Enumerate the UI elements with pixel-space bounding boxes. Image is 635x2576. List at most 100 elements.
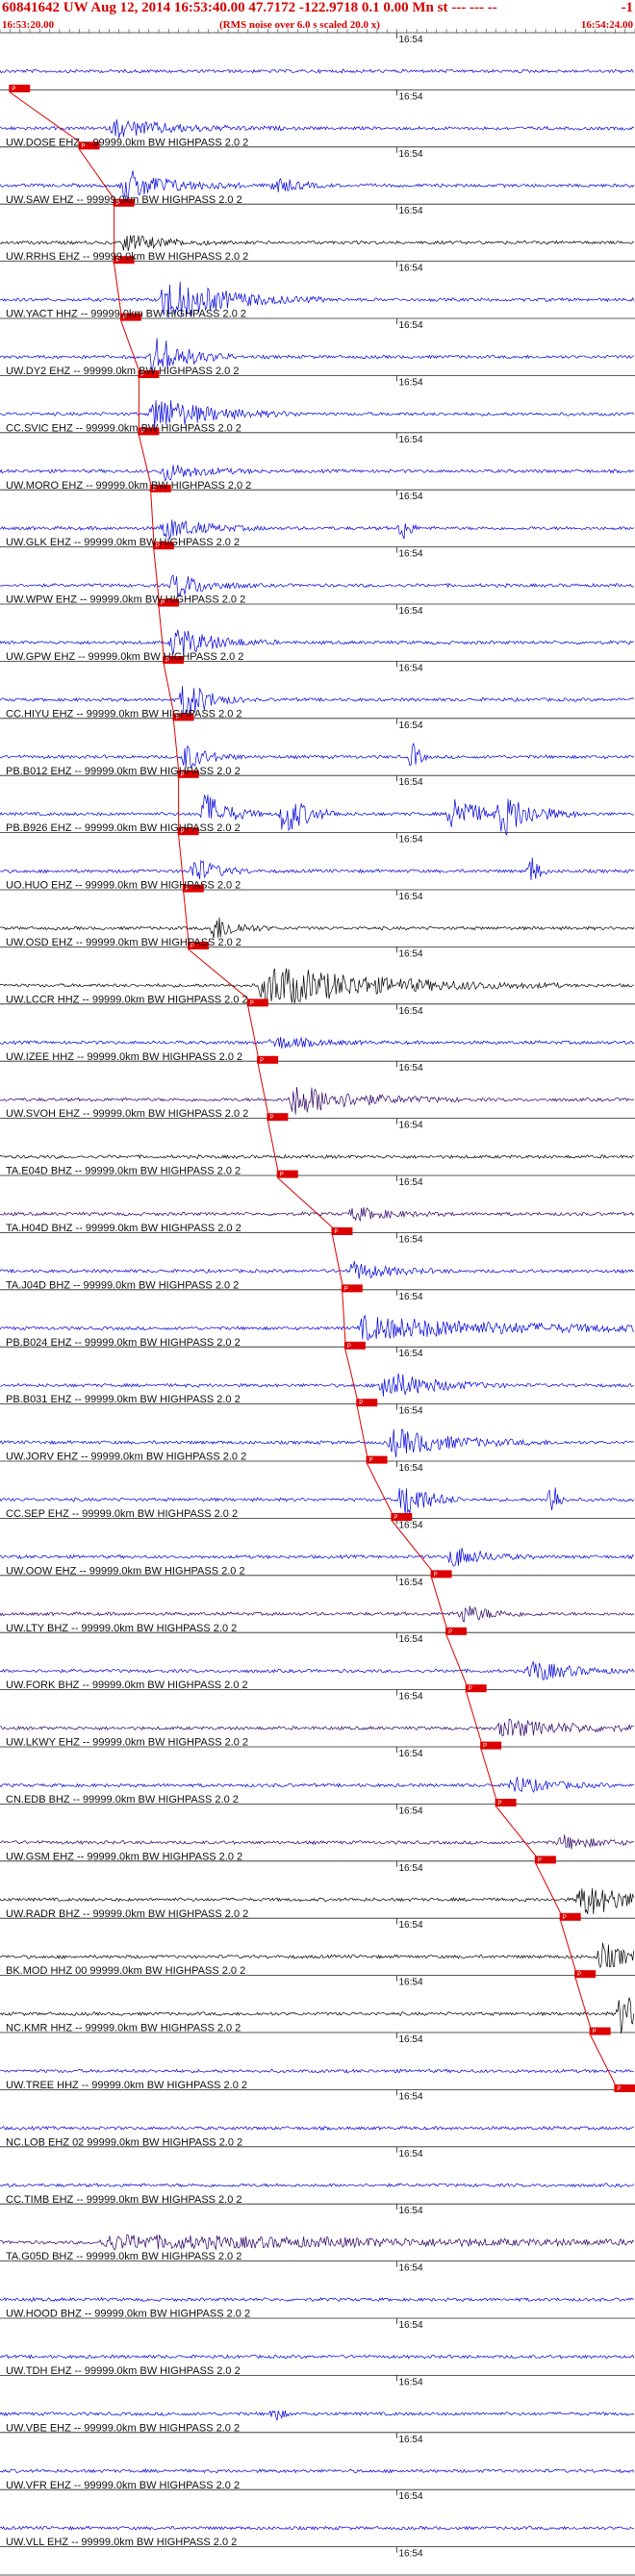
station-label: UW.DOSE EHZ -- 99999.0km BW HIGHPASS 2.0… (6, 137, 248, 148)
station-label: UW.WPW EHZ -- 99999.0km BW HIGHPASS 2.0 … (6, 594, 245, 606)
pick-marker-label: P (269, 1115, 273, 1121)
moveout-line (431, 1578, 447, 1628)
station-label: UW.SVOH EHZ -- 99999.0km BW HIGHPASS 2.0… (6, 1108, 248, 1120)
minute-label: 16:54 (399, 435, 423, 445)
station-label: UW.JORV EHZ -- 99999.0km BW HIGHPASS 2.0… (6, 1452, 246, 1463)
waveform-trace (0, 1777, 634, 1793)
moveout-line (277, 1177, 333, 1228)
minute-label: 16:54 (399, 149, 423, 160)
station-label: UO.HUO EHZ -- 99999.0km BW HIGHPASS 2.0 … (6, 880, 241, 892)
moveout-line (183, 892, 190, 943)
pick-marker-label: P (344, 1286, 348, 1292)
minute-label: 16:54 (399, 2377, 423, 2387)
minute-label: 16:54 (399, 1520, 423, 1530)
pick-marker-label: P (250, 1000, 254, 1006)
waveform-trace (0, 2410, 635, 2421)
station-label: UW.OSD EHZ -- 99999.0km BW HIGHPASS 2.0 … (6, 937, 241, 948)
minute-label: 16:54 (399, 2263, 423, 2274)
waveform-trace (0, 465, 635, 482)
pick-marker-label: P (538, 1857, 542, 1863)
station-label: NC.LOB EHZ 02 99999.0km BW HIGHPASS 2.0 … (6, 2136, 242, 2148)
station-label: PB.B031 EHZ -- 99999.0km BW HIGHPASS 2.0… (6, 1394, 241, 1405)
pick-marker-label: P (347, 1344, 351, 1350)
station-label: UW.LKWY EHZ -- 99999.0km BW HIGHPASS 2.0… (6, 1737, 248, 1749)
minute-label: 16:54 (399, 206, 423, 216)
waveform-trace (0, 1661, 635, 1680)
waveform-trace (0, 1373, 634, 1397)
minute-label: 16:54 (399, 777, 423, 788)
waveform-trace (0, 1207, 635, 1222)
station-label: UW.GLK EHZ -- 99999.0km BW HIGHPASS 2.0 … (6, 537, 240, 548)
waveform-trace (0, 1261, 634, 1279)
moveout-line (590, 2034, 616, 2085)
minute-label: 16:54 (399, 2549, 423, 2560)
seismogram-plot: PPPPPPPPPPPPPPPPPPPPPPPPPPPPPPPPPPPP16:5… (0, 29, 635, 2576)
waveform-trace (0, 68, 635, 74)
minute-label: 16:54 (399, 1063, 423, 1073)
station-label: UW.GPW EHZ -- 99999.0km BW HIGHPASS 2.0 … (6, 651, 243, 663)
pick-marker-label: P (593, 2030, 597, 2035)
station-label: UW.LTY BHZ -- 99999.0km BW HIGHPASS 2.0 … (6, 1623, 237, 1634)
minute-label: 16:54 (399, 264, 423, 274)
minute-label: 16:54 (399, 948, 423, 959)
station-label: UW.RRHS EHZ -- 99999.0km BW HIGHPASS 2.0… (6, 251, 248, 263)
minute-label: 16:54 (399, 1292, 423, 1302)
station-label: UW.FORK BHZ -- 99999.0km BW HIGHPASS 2.0… (6, 1679, 248, 1691)
minute-label: 16:54 (399, 320, 423, 331)
moveout-line (158, 606, 165, 657)
moveout-line (10, 91, 80, 142)
waveform-trace (0, 1036, 635, 1049)
moveout-line (120, 320, 140, 371)
label-layer: 16:54 16:54 UW.DOSE EHZ -- 99999.0km BW HI… (6, 35, 423, 2560)
waveform-trace (0, 2183, 635, 2188)
station-label: UW.VFR EHZ -- 99999.0km BW HIGHPASS 2.0 … (6, 2480, 240, 2491)
pick-marker-label: P (434, 1572, 438, 1578)
station-label: CC.HIYU EHZ -- 99999.0km BW HIGHPASS 2.0… (6, 708, 242, 720)
minute-label: 16:54 (399, 720, 423, 731)
moveout-line (79, 149, 115, 200)
moveout-line (257, 1063, 268, 1114)
time-ticks (0, 29, 635, 33)
minute-label: 16:54 (399, 549, 423, 560)
minute-label: 16:54 (399, 835, 423, 846)
pick-marker-label: P (469, 1686, 472, 1692)
station-label: UW.TDH EHZ -- 99999.0km BW HIGHPASS 2.0 … (6, 2365, 241, 2377)
station-label: TA.H04D BHZ -- 99999.0km BW HIGHPASS 2.0… (6, 1223, 241, 1234)
minute-label: 16:54 (399, 91, 423, 102)
pick-marker-label: P (280, 1173, 284, 1178)
moveout-line (188, 948, 249, 999)
station-label: PB.B012 EHZ -- 99999.0km BW HIGHPASS 2.0… (6, 766, 241, 777)
minute-label: 16:54 (399, 1978, 423, 1988)
pick-marker-label: P (617, 2086, 621, 2092)
station-label: UW.HOOD BHZ -- 99999.0km BW HIGHPASS 2.0… (6, 2309, 250, 2320)
waveform-trace (0, 2234, 635, 2251)
pick-marker-label: P (359, 1401, 363, 1406)
station-label: UW.TREE HHZ -- 99999.0km BW HIGHPASS 2.0… (6, 2080, 247, 2091)
minute-label: 16:54 (399, 1121, 423, 1131)
moveout-line (163, 663, 174, 714)
pick-marker-label: P (563, 1915, 567, 1921)
moveout-line (480, 1749, 497, 1800)
waveform-trace (0, 2468, 635, 2474)
station-label: TA.G05D BHZ -- 99999.0km BW HIGHPASS 2.0… (6, 2251, 241, 2262)
moveout-line (114, 264, 122, 314)
minute-label: 16:54 (399, 2149, 423, 2159)
moveout-line (178, 835, 185, 885)
minute-label: 16:54 (399, 1349, 423, 1359)
pick-marker-label: P (498, 1801, 502, 1806)
station-label: CC.SEP EHZ -- 99999.0km BW HIGHPASS 2.0 … (6, 1508, 238, 1520)
station-label: UW.LCCR HHZ -- 99999.0km BW HIGHPASS 2.0… (6, 994, 248, 1005)
station-label: UW.OOW EHZ -- 99999.0km BW HIGHPASS 2.0 … (6, 1565, 245, 1577)
station-label: UW.MORO EHZ -- 99999.0km BW HIGHPASS 2.0… (6, 480, 251, 492)
waveform-trace (0, 2354, 635, 2360)
pick-layer: PPPPPPPPPPPPPPPPPPPPPPPPPPPPPPPPPPPP (9, 85, 635, 2092)
minute-label: 16:54 (399, 2206, 423, 2216)
moveout-line (367, 1463, 393, 1514)
moveout-line (574, 1978, 592, 2028)
moveout-line (150, 492, 155, 543)
minute-label: 16:54 (399, 1863, 423, 1874)
minute-label: 16:54 (399, 2491, 423, 2502)
moveout-line (342, 1292, 346, 1342)
station-label: PB.B926 EHZ -- 99999.0km BW HIGHPASS 2.0… (6, 822, 241, 834)
moveout-line (267, 1121, 279, 1171)
